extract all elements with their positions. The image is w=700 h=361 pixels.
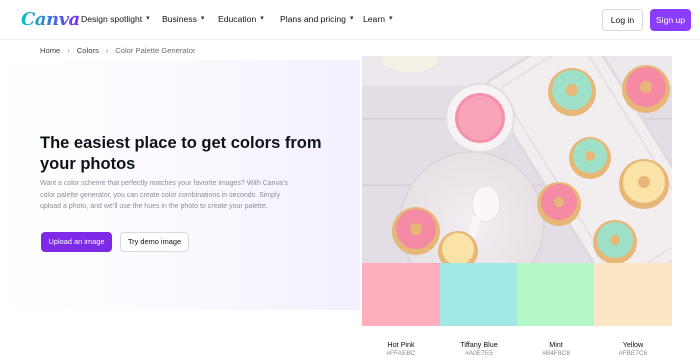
- breadcrumb-colors[interactable]: Colors: [77, 46, 99, 55]
- breadcrumb-separator: ›: [67, 46, 70, 55]
- nav-menu-label: Design spotlight: [81, 14, 143, 24]
- nav-menu-learn[interactable]: Learn ▾: [363, 14, 393, 24]
- breadcrumb-current: Color Palette Generator: [115, 46, 196, 55]
- palette-swatch-mint[interactable]: [517, 263, 594, 326]
- canva-logo[interactable]: Canva: [21, 9, 80, 30]
- palette-swatch-yellow[interactable]: [594, 263, 672, 326]
- palette-swatch-tiffany-blue[interactable]: [440, 263, 517, 326]
- upload-image-button[interactable]: Upload an image: [41, 232, 112, 252]
- chevron-down-icon: ▾: [200, 15, 205, 22]
- login-button[interactable]: Log in: [602, 9, 643, 31]
- signup-button[interactable]: Sign up: [650, 9, 691, 31]
- demo-photo: [362, 56, 672, 263]
- chevron-down-icon: ▾: [349, 15, 354, 22]
- palette-color-name: Hot Pink: [387, 340, 415, 349]
- hero-description: Want a color scheme that perfectly match…: [40, 180, 288, 211]
- nav-menu-education[interactable]: Education ▾: [218, 14, 264, 24]
- palette-color-hex: #FBE7C6: [618, 350, 648, 357]
- nav-divider: [0, 39, 700, 40]
- palette-color-name: Tiffany Blue: [460, 340, 498, 349]
- palette-color-name: Yellow: [622, 340, 644, 349]
- nav-menu-label: Plans and pricing: [280, 14, 346, 24]
- palette-color-hex: #FFAEBC: [386, 350, 416, 357]
- breadcrumb-home[interactable]: Home: [40, 46, 60, 55]
- page-title: The easiest place to get colors from you…: [40, 134, 322, 173]
- palette-color-hex: #A0E7E5: [465, 350, 493, 357]
- nav-menu-label: Learn: [363, 14, 385, 24]
- nav-menu-label: Business: [162, 14, 197, 24]
- try-demo-image-button[interactable]: Try demo image: [120, 232, 189, 252]
- top-navigation: Canva Design spotlight ▾ Business ▾ Educat…: [0, 0, 700, 40]
- chevron-down-icon: ▾: [388, 15, 393, 22]
- nav-menu-design-spotlight[interactable]: Design spotlight ▾: [81, 14, 150, 24]
- nav-menu-plans-and-pricing[interactable]: Plans and pricing ▾: [280, 14, 353, 24]
- chevron-down-icon: ▾: [146, 15, 150, 22]
- palette-color-name: Mint: [549, 340, 563, 349]
- palette-swatch-hot-pink[interactable]: [362, 263, 440, 326]
- breadcrumb-separator: ›: [105, 46, 109, 55]
- nav-menu-label: Education: [218, 14, 257, 24]
- chevron-down-icon: ▾: [260, 15, 264, 22]
- nav-menu-business[interactable]: Business ▾: [162, 14, 204, 24]
- palette-color-hex: #B4F8C8: [542, 350, 570, 357]
- breadcrumb: Home › Colors › Color Palette Generator: [40, 46, 195, 55]
